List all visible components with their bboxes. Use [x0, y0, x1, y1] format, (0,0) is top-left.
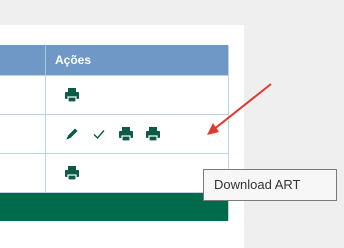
tooltip: Download ART — [203, 169, 337, 201]
annotation-arrow — [207, 83, 272, 135]
